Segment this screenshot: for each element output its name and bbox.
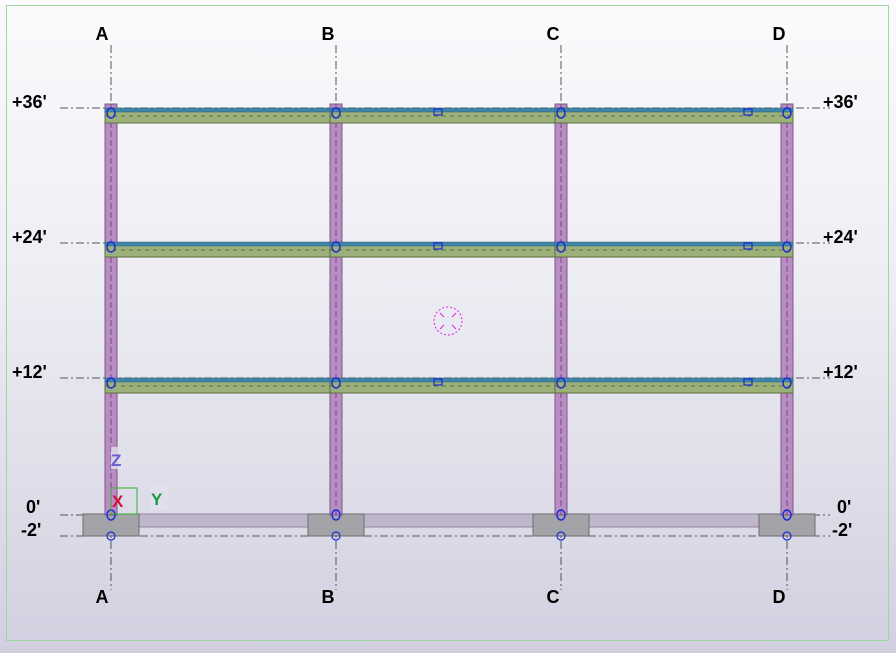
grid-label-top-a: A xyxy=(96,24,109,44)
beam-top-flange xyxy=(329,107,568,113)
grid-label-top-d: D xyxy=(773,24,786,44)
columns xyxy=(104,103,794,516)
grade-beam xyxy=(588,513,760,528)
level-label-right-minus2: -2' xyxy=(832,520,852,540)
beam-top-flange xyxy=(104,241,343,247)
footing xyxy=(307,513,365,537)
model-viewport[interactable]: A B C D A B C D +36' +24' +12' 0' -2' +3… xyxy=(0,0,896,653)
beam-top-flange xyxy=(329,241,568,247)
grid-lines xyxy=(60,45,830,590)
beam-top-flange xyxy=(104,107,343,113)
level-label-left-0: 0' xyxy=(26,497,40,517)
level-label-right-24: +24' xyxy=(823,227,858,247)
column xyxy=(780,103,794,516)
grid-label-bottom-c: C xyxy=(547,587,560,607)
view-center-marker xyxy=(433,306,463,336)
level-label-right-36: +36' xyxy=(823,92,858,112)
beams xyxy=(104,107,794,394)
beam-top-flange xyxy=(329,377,568,383)
y-axis-label: Y xyxy=(151,490,163,509)
beam-top-flange xyxy=(554,377,794,383)
level-label-left-12: +12' xyxy=(12,362,47,382)
grade-beam xyxy=(363,513,534,528)
z-axis-label: Z xyxy=(111,451,121,470)
beam-top-flange xyxy=(554,107,794,113)
elevation-canvas[interactable]: A B C D A B C D +36' +24' +12' 0' -2' +3… xyxy=(0,0,896,653)
footing xyxy=(532,513,590,537)
column xyxy=(554,103,568,516)
footings xyxy=(82,513,816,537)
level-label-left-24: +24' xyxy=(12,227,47,247)
beam-top-flange xyxy=(104,377,343,383)
level-label-left-36: +36' xyxy=(12,92,47,112)
footing xyxy=(758,513,816,537)
grid-label-bottom-a: A xyxy=(96,587,109,607)
footing xyxy=(82,513,140,537)
grid-label-bottom-b: B xyxy=(322,587,335,607)
level-label-right-12: +12' xyxy=(823,362,858,382)
grade-beam xyxy=(138,513,309,528)
column xyxy=(329,103,343,516)
grid-label-bottom-d: D xyxy=(773,587,786,607)
level-label-right-0: 0' xyxy=(837,497,851,517)
grid-label-top-c: C xyxy=(547,24,560,44)
nodes xyxy=(106,107,792,541)
grid-label-top-b: B xyxy=(322,24,335,44)
level-label-left-minus2: -2' xyxy=(21,520,41,540)
coordinate-axes-icon: Z X Y xyxy=(110,447,168,515)
x-axis-label: X xyxy=(112,492,124,511)
beam-top-flange xyxy=(554,241,794,247)
